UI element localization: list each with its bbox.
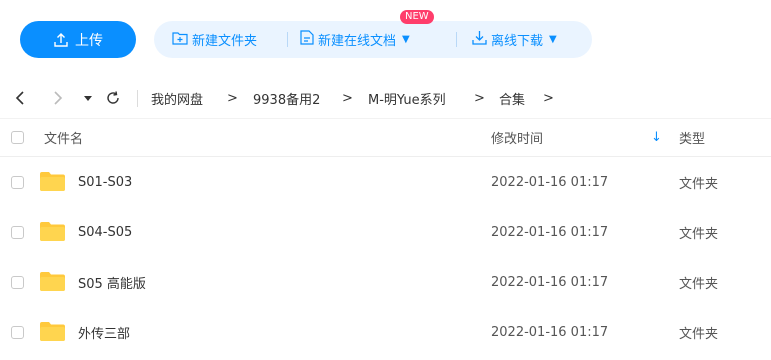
breadcrumb-separator: > <box>227 90 238 106</box>
toolbar: 上传 新建文件夹 新建在线文档 ▼ 离线下载 ▼ NEW <box>0 0 771 80</box>
back-icon[interactable] <box>14 80 26 116</box>
offline-download-button[interactable]: 离线下载 ▼ <box>472 21 557 58</box>
upload-button[interactable]: 上传 <box>20 21 136 58</box>
folder-icon <box>40 322 65 341</box>
modified-time: 2022-01-16 01:17 <box>491 224 609 240</box>
modified-time: 2022-01-16 01:17 <box>491 174 609 190</box>
navigation-bar: 我的网盘 > 9938备用2 > M-明Yue系列 > 合集 > <box>0 80 771 116</box>
new-badge: NEW <box>400 10 434 24</box>
folder-icon <box>40 172 65 191</box>
breadcrumb-item[interactable]: 9938备用2 <box>253 80 320 116</box>
file-name[interactable]: S01-S03 <box>78 157 132 207</box>
modified-time: 2022-01-16 01:17 <box>491 324 609 340</box>
modified-time: 2022-01-16 01:17 <box>491 274 609 290</box>
upload-label: 上传 <box>75 32 103 49</box>
column-header-type[interactable]: 类型 <box>679 119 705 156</box>
online-doc-icon <box>300 30 314 49</box>
table-row[interactable]: 外传三部 2022-01-16 01:17 文件夹 <box>0 307 771 357</box>
file-type: 文件夹 <box>679 276 719 292</box>
row-checkbox[interactable] <box>11 275 24 289</box>
file-type: 文件夹 <box>679 176 719 192</box>
table-header: 文件名 修改时间 ↓ 类型 <box>0 118 771 157</box>
new-online-doc-button[interactable]: 新建在线文档 ▼ <box>300 21 410 58</box>
breadcrumb-item[interactable]: 我的网盘 <box>151 80 203 116</box>
file-type: 文件夹 <box>679 226 719 242</box>
breadcrumb-separator: > <box>342 90 353 106</box>
offline-download-label: 离线下载 <box>491 34 544 49</box>
action-group: 新建文件夹 新建在线文档 ▼ 离线下载 ▼ <box>154 21 592 58</box>
column-header-name[interactable]: 文件名 <box>44 119 83 156</box>
column-header-modified[interactable]: 修改时间 <box>491 119 543 156</box>
file-name[interactable]: S05 高能版 <box>78 257 146 307</box>
new-online-doc-label: 新建在线文档 <box>318 34 397 49</box>
history-dropdown-icon[interactable] <box>84 80 92 116</box>
table-row[interactable]: S01-S03 2022-01-16 01:17 文件夹 <box>0 157 771 207</box>
breadcrumb-item[interactable]: 合集 <box>499 80 525 116</box>
divider <box>137 90 138 107</box>
dropdown-icon: ▼ <box>402 34 410 45</box>
breadcrumb-item[interactable]: M-明Yue系列 <box>368 80 446 116</box>
file-name[interactable]: 外传三部 <box>78 307 130 357</box>
upload-icon <box>53 32 69 48</box>
table-row[interactable]: S04-S05 2022-01-16 01:17 文件夹 <box>0 207 771 257</box>
folder-icon <box>40 272 65 291</box>
sort-desc-icon[interactable]: ↓ <box>651 119 662 156</box>
row-checkbox[interactable] <box>11 225 24 239</box>
folder-icon <box>40 222 65 241</box>
download-icon <box>472 30 487 49</box>
row-checkbox[interactable] <box>11 325 24 339</box>
new-folder-button[interactable]: 新建文件夹 <box>172 21 257 58</box>
new-folder-label: 新建文件夹 <box>192 34 258 49</box>
new-folder-icon <box>172 31 188 49</box>
breadcrumb-separator: > <box>474 90 485 106</box>
table-row[interactable]: S05 高能版 2022-01-16 01:17 文件夹 <box>0 257 771 307</box>
dropdown-icon: ▼ <box>549 34 557 45</box>
separator <box>456 32 457 47</box>
breadcrumb-separator: > <box>543 90 554 106</box>
row-checkbox[interactable] <box>11 175 24 189</box>
file-type: 文件夹 <box>679 326 719 342</box>
file-name[interactable]: S04-S05 <box>78 207 132 257</box>
separator <box>287 32 288 47</box>
forward-icon[interactable] <box>52 80 64 116</box>
select-all-checkbox[interactable] <box>11 131 24 144</box>
refresh-icon[interactable] <box>106 80 120 116</box>
